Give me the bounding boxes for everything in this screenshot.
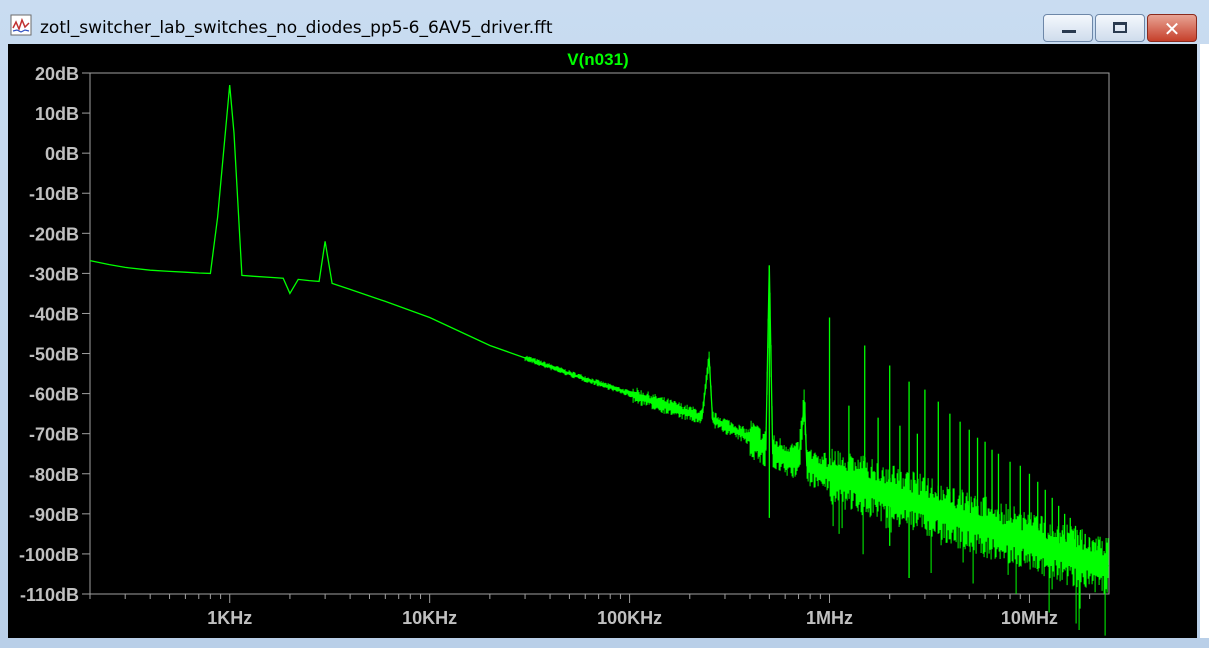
y-axis: 20dB 10dB 0dB -10dB -20dB -30dB -40dB -50dB -60d… [19, 64, 90, 605]
close-icon: ✕ [1163, 17, 1181, 41]
close-button[interactable]: ✕ [1147, 14, 1197, 42]
window-title: zotl_switcher_lab_switches_no_diodes_pp5… [40, 18, 553, 38]
y-tick-label: -10dB [29, 184, 79, 204]
y-tick-label: -20dB [29, 224, 79, 244]
y-tick-label: -50dB [29, 345, 79, 365]
noise-texture [524, 267, 1109, 636]
y-tick-label: 10dB [35, 104, 79, 124]
series-line [89, 84, 1110, 567]
fft-chart[interactable]: V(n031) 20dB 10dB 0dB -10dB -20dB -30dB -40dB -… [8, 44, 1197, 638]
app-window: zotl_switcher_lab_switches_no_diodes_pp5… [0, 0, 1209, 648]
y-tick-label: 0dB [45, 144, 79, 164]
y-tick-label: -90dB [29, 505, 79, 525]
y-tick-label: -110dB [20, 585, 79, 605]
series-trace [89, 84, 1110, 567]
window-edge [1200, 44, 1209, 638]
x-axis: 1KHz 10KHz 100KHz 1MHz 10MHz [89, 594, 1091, 628]
chart-title: V(n031) [567, 50, 628, 69]
maximize-button[interactable] [1095, 14, 1145, 42]
y-tick-label: 20dB [35, 64, 79, 84]
noise-band [524, 267, 1109, 636]
y-tick-label: -100dB [19, 545, 79, 565]
x-tick-label: 1KHz [207, 608, 252, 628]
harmonic-spikes [768, 265, 1099, 578]
y-tick-label: -40dB [29, 304, 79, 324]
waveform-icon [10, 14, 32, 36]
minimize-icon [1062, 30, 1076, 33]
minimize-button[interactable] [1043, 14, 1093, 42]
y-tick-label: -80dB [29, 465, 79, 485]
title-bar[interactable]: zotl_switcher_lab_switches_no_diodes_pp5… [0, 0, 1209, 44]
plot-pane[interactable]: V(n031) 20dB 10dB 0dB -10dB -20dB -30dB -40dB -… [8, 44, 1197, 638]
x-tick-label: 10KHz [402, 608, 457, 628]
y-tick-label: -70dB [29, 425, 79, 445]
x-tick-label: 100KHz [597, 608, 662, 628]
y-tick-label: -60dB [29, 385, 79, 405]
maximize-icon [1113, 22, 1127, 33]
y-tick-label: -30dB [29, 264, 79, 284]
x-tick-label: 1MHz [806, 608, 853, 628]
